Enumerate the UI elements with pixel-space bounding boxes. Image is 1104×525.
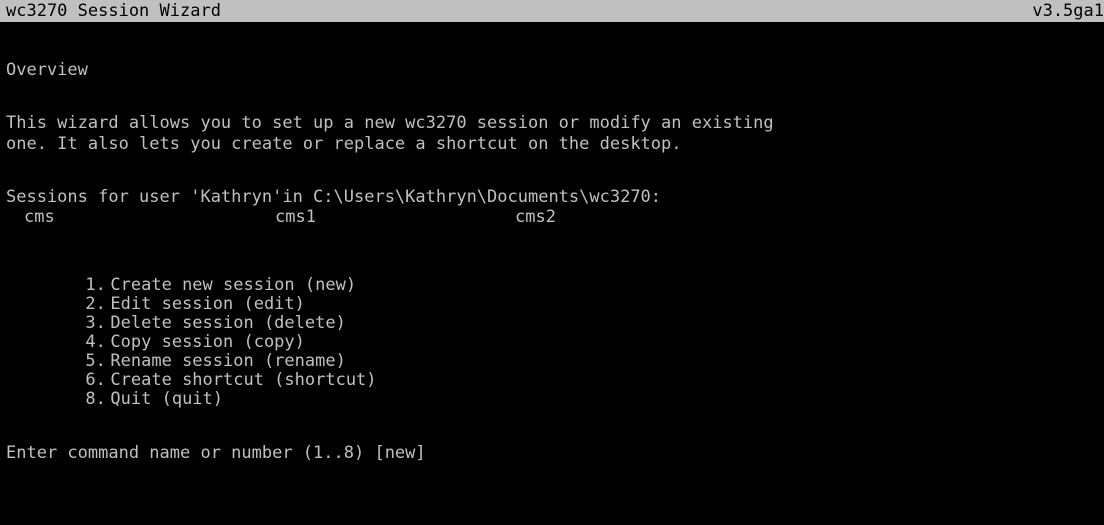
- menu-item-quit[interactable]: 8. Quit (quit): [24, 369, 223, 429]
- command-prompt[interactable]: Enter command name or number (1..8) [new…: [6, 443, 426, 463]
- overview-text-line-1: This wizard allows you to set up a new w…: [6, 113, 774, 133]
- overview-text-line-2: one. It also lets you create or replace …: [6, 134, 682, 154]
- terminal-window: wc3270 Session Wizard v3.5ga1 Overview T…: [0, 0, 1104, 525]
- sessions-header: Sessions for user 'Kathryn'in C:\Users\K…: [6, 187, 662, 207]
- title-bar: wc3270 Session Wizard v3.5ga1: [0, 0, 1104, 22]
- session-item: cms1: [275, 207, 316, 227]
- menu-item-number: 8.: [85, 389, 106, 409]
- menu-item-label: Quit (quit): [110, 389, 224, 409]
- session-item: cms: [24, 207, 55, 227]
- session-item: cms2: [515, 207, 556, 227]
- version-label: v3.5ga1: [1032, 1, 1104, 21]
- window-title: wc3270 Session Wizard: [6, 1, 221, 21]
- overview-heading: Overview: [6, 60, 88, 80]
